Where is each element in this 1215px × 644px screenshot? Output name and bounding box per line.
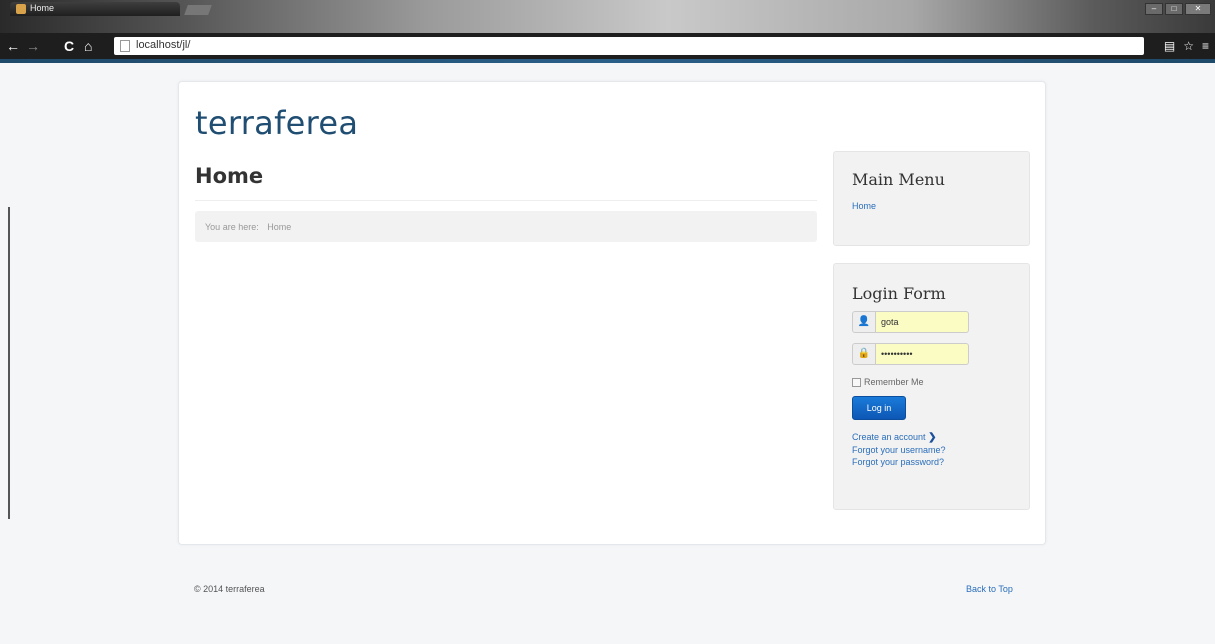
star-icon[interactable]: ☆ (1183, 39, 1194, 53)
left-edge-line (8, 207, 10, 519)
footer-copyright: © 2014 terraferea (194, 584, 265, 594)
maximize-icon[interactable]: □ (1165, 3, 1183, 15)
title-divider (195, 200, 817, 201)
login-form-module: Login Form 👤 🔒 Remember Me Log in Create… (833, 263, 1030, 510)
create-account-link[interactable]: Create an account (852, 432, 926, 442)
site-brand[interactable]: terraferea (195, 104, 358, 142)
username-field: 👤 (852, 311, 969, 333)
username-input[interactable] (875, 311, 969, 333)
browser-toolbar: ← → C ⌂ localhost/jl/ ▤ ☆ ≡ (0, 33, 1215, 59)
window-controls: – □ ✕ (1145, 3, 1211, 15)
minimize-icon[interactable]: – (1145, 3, 1163, 15)
home-icon[interactable]: ⌂ (84, 39, 92, 53)
address-bar[interactable]: localhost/jl/ (114, 37, 1144, 55)
browser-title-bar: Home – □ ✕ (0, 0, 1215, 33)
toolbar-divider (0, 59, 1215, 63)
user-icon: 👤 (852, 311, 876, 333)
page-title: Home (195, 164, 264, 188)
breadcrumb-current: Home (267, 222, 292, 232)
login-button[interactable]: Log in (852, 396, 906, 420)
password-field: 🔒 (852, 343, 969, 365)
back-icon[interactable]: ← (6, 39, 20, 53)
toolbar-right: ▤ ☆ ≡ (1164, 39, 1209, 53)
remember-me-label: Remember Me (864, 377, 924, 387)
login-links: Create an account ❯ Forgot your username… (852, 431, 946, 468)
page-container: terraferea Home You are here: Home Main … (178, 81, 1046, 545)
reload-icon[interactable]: C (64, 39, 74, 53)
browser-tab[interactable]: Home (10, 2, 180, 16)
password-input[interactable] (875, 343, 969, 365)
forgot-username-link[interactable]: Forgot your username? (852, 445, 946, 455)
url-text[interactable]: localhost/jl/ (136, 39, 190, 51)
login-form-title: Login Form (852, 284, 946, 303)
back-to-top-link[interactable]: Back to Top (966, 584, 1013, 594)
main-menu-module: Main Menu Home (833, 151, 1030, 246)
page-icon (120, 40, 130, 52)
close-icon[interactable]: ✕ (1185, 3, 1211, 15)
new-tab-button[interactable] (184, 5, 212, 15)
breadcrumb: You are here: Home (195, 211, 817, 242)
page-action-icon[interactable]: ▤ (1164, 39, 1175, 53)
menu-item-home[interactable]: Home (852, 201, 876, 211)
menu-icon[interactable]: ≡ (1202, 39, 1209, 53)
main-menu-title: Main Menu (852, 170, 945, 189)
tab-title: Home (30, 3, 55, 13)
forgot-password-link[interactable]: Forgot your password? (852, 457, 944, 467)
breadcrumb-prefix: You are here: (205, 222, 259, 232)
forward-icon[interactable]: → (26, 39, 40, 53)
chevron-right-icon: ❯ (928, 432, 937, 443)
favicon-icon (16, 4, 26, 14)
remember-me-checkbox[interactable] (852, 377, 861, 387)
remember-me[interactable]: Remember Me (852, 377, 924, 387)
lock-icon: 🔒 (852, 343, 876, 365)
